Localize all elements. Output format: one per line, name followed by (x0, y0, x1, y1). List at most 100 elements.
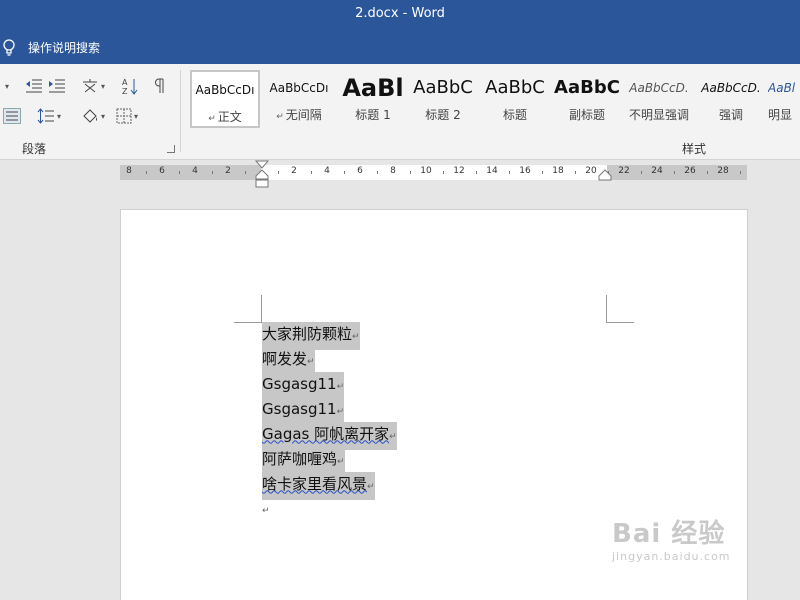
paragraph-mark: ↵ (262, 505, 270, 516)
chinese-layout-button[interactable]: ▾ (80, 76, 106, 96)
watermark: Bai 经验 jingyan.baidu.com (612, 513, 731, 563)
chevron-down-icon: ▾ (100, 111, 105, 121)
style-name: 标题 (502, 108, 527, 122)
pilcrow-icon (155, 78, 164, 93)
document-line[interactable]: Gsgasg11↵ (262, 371, 397, 400)
selected-text: Gagas 阿帆离开家↵ (262, 421, 397, 450)
ruler-number: 4 (324, 166, 330, 176)
style-preview: AaBbC (413, 77, 473, 98)
style-item[interactable]: AaBbC 副标题 (552, 70, 622, 128)
paragraph-mark: ↵ (352, 331, 360, 342)
horizontal-ruler[interactable]: 8 6 4 2 2 4 6 8 10 12 14 16 18 20 22 24 26 28 (120, 165, 747, 180)
selected-text: 啥卡家里看风景↵ (262, 471, 375, 500)
style-preview: AaBbCcD. (701, 81, 761, 95)
paragraph-dialog-launcher[interactable] (167, 145, 175, 153)
style-item[interactable]: AaBl 标题 1 (338, 70, 408, 128)
search-label[interactable]: 操作说明搜索 (28, 39, 100, 56)
ruler-tick (739, 171, 741, 174)
ruler-tick (310, 171, 312, 174)
style-name: ↵ 无间隔 (276, 108, 322, 122)
chinese-layout-icon (82, 79, 97, 93)
ruler-number: 10 (420, 166, 432, 176)
multilevel-list-dropdown[interactable]: ▾ (0, 76, 12, 96)
shading-button[interactable]: ▾ (78, 106, 108, 126)
selected-text: Gsgasg11↵ (262, 371, 345, 400)
style-item[interactable]: AaBbCcDı ↵ 正文 (190, 70, 260, 128)
style-item[interactable]: AaBbCcD. 不明显强调 (624, 70, 694, 128)
ruler-number: 18 (552, 166, 564, 176)
document-line[interactable]: 大家荆防颗粒↵ (262, 321, 397, 350)
ruler-tick (343, 171, 345, 174)
ruler-tick (508, 171, 510, 174)
ruler-number: 22 (618, 166, 630, 176)
right-indent-marker-icon[interactable] (598, 168, 612, 182)
ribbon: ▾ ▾ AZ ▾ ▾ ▾ 段落 AaBbCcDı ↵ 正文 AaBbCcDı ↵… (0, 64, 800, 160)
style-item[interactable]: AaBbCcDı ↵ 无间隔 (264, 70, 334, 128)
title-bar: 2.docx - Word (0, 0, 800, 30)
selected-text: 阿萨咖喱鸡↵ (262, 446, 345, 475)
ruler-tick (178, 171, 180, 174)
ruler-number: 24 (651, 166, 663, 176)
watermark-url: jingyan.baidu.com (612, 550, 731, 563)
search-bar[interactable]: 操作说明搜索 (0, 30, 800, 64)
ruler-number: 2 (291, 166, 297, 176)
return-icon: ↵ (276, 112, 284, 122)
ruler-tick (541, 171, 543, 174)
chevron-down-icon: ▾ (100, 81, 105, 91)
style-name: 标题 2 (425, 108, 461, 122)
paragraph-mark: ↵ (336, 406, 345, 417)
style-item[interactable]: AaBl 明显 (768, 70, 800, 128)
return-icon: ↵ (208, 114, 216, 124)
borders-button[interactable]: ▾ (112, 106, 142, 126)
sort-icon: AZ (122, 78, 138, 95)
ruler-tick (475, 171, 477, 174)
document-line[interactable]: Gagas 阿帆离开家↵ (262, 421, 397, 450)
line-spacing-button[interactable]: ▾ (34, 106, 64, 126)
style-item[interactable]: AaBbCcD. 强调 (696, 70, 766, 128)
sort-button[interactable]: AZ (120, 76, 140, 96)
borders-icon (116, 108, 132, 124)
ruler-number: 16 (519, 166, 531, 176)
style-name: 不明显强调 (628, 108, 689, 122)
chevron-down-icon: ▾ (133, 111, 138, 121)
style-item[interactable]: AaBbC 标题 2 (408, 70, 478, 128)
document-body[interactable]: 大家荆防颗粒↵ 啊发发↵ Gsgasg11↵ Gsgasg11↵ Gagas 阿… (262, 321, 397, 523)
style-preview: AaBbC (554, 77, 620, 98)
ribbon-separator (180, 70, 181, 152)
style-name: 强调 (718, 108, 743, 122)
decrease-indent-button[interactable] (24, 76, 44, 96)
styles-group-label: 样式 (682, 142, 707, 156)
document-line[interactable]: ↵ (262, 498, 397, 523)
chevron-down-icon: ▾ (4, 81, 9, 91)
ruler-tick (277, 171, 279, 174)
show-marks-button[interactable] (152, 76, 168, 96)
ruler-tick (673, 171, 675, 174)
ruler-number: 26 (684, 166, 696, 176)
increase-indent-button[interactable] (47, 76, 67, 96)
paragraph-mark: ↵ (307, 356, 315, 367)
watermark-logo: Bai 经验 (612, 519, 726, 549)
justify-button[interactable] (2, 106, 22, 126)
document-line[interactable]: Gsgasg11↵ (262, 396, 397, 425)
selected-text: 啊发发↵ (262, 346, 315, 375)
style-preview: AaBbCcDı (195, 83, 255, 97)
style-name: 明显 (768, 108, 793, 122)
paragraph-mark: ↵ (367, 481, 375, 492)
document-line[interactable]: 啊发发↵ (262, 346, 397, 375)
paragraph-mark: ↵ (336, 381, 345, 392)
ruler-number: 2 (225, 166, 231, 176)
ruler-number: 6 (357, 166, 363, 176)
ruler-tick (706, 171, 708, 174)
line-spacing-icon (37, 108, 54, 124)
indent-markers-icon[interactable] (255, 160, 269, 188)
document-line[interactable]: 阿萨咖喱鸡↵ (262, 446, 397, 475)
style-item[interactable]: AaBbC 标题 (480, 70, 550, 128)
ruler-number: 28 (717, 166, 729, 176)
style-name: ↵ 正文 (208, 110, 242, 124)
lightbulb-icon (3, 39, 15, 56)
style-preview: AaBbC (485, 77, 545, 98)
margin-corner-mark (606, 295, 634, 323)
paragraph-group: ▾ ▾ AZ ▾ ▾ ▾ 段落 (0, 64, 178, 160)
document-line[interactable]: 啥卡家里看风景↵ (262, 471, 397, 500)
svg-text:Z: Z (122, 87, 128, 95)
